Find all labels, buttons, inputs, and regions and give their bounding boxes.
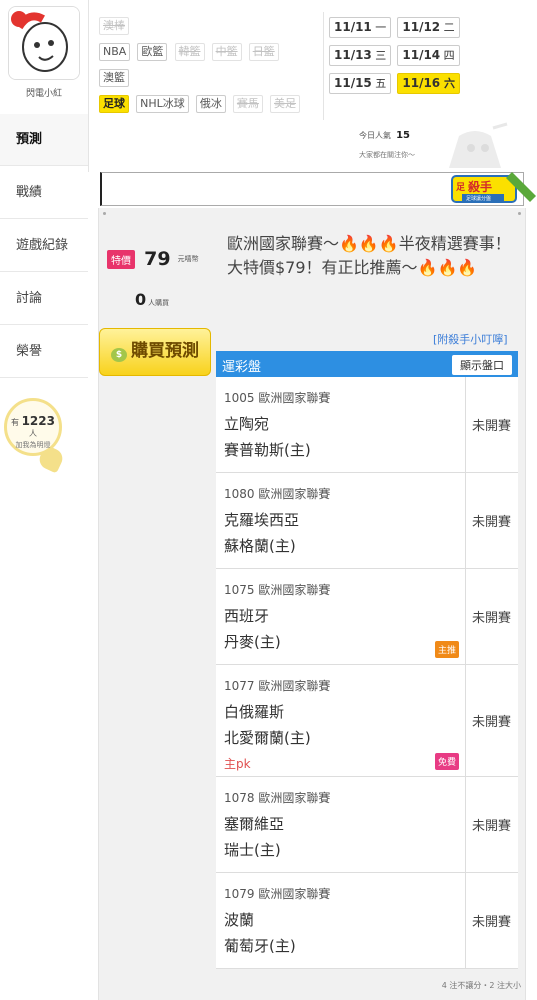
sidebar-item-game-history[interactable]: 遊戲紀錄 [0,219,88,272]
price-value: 79 [144,248,171,270]
follow-cta: 加我為明燈 [15,441,51,449]
killer-badge-icon: 足 殺手 足球讓分盤 [451,172,536,203]
team-home: 賽普勒斯(主) [224,441,311,459]
popularity-sub: 大家都在關注你～ [359,151,415,159]
game-row[interactable]: 1075 歐洲國家聯賽 西班牙 丹麥(主) 主推 未開賽 [216,569,518,665]
buyer-count: 0 人購買 [135,290,170,309]
game-status: 未開賽 [472,419,512,434]
sport-tag-aus-basketball[interactable]: 澳籃 [99,69,129,87]
game-row[interactable]: 1078 歐洲國家聯賽 塞爾維亞 瑞士(主) 未開賽 [216,777,518,873]
date-button-1116[interactable]: 11/16 六 [397,73,460,94]
date-button-1114[interactable]: 11/14 四 [397,45,460,66]
price-box: 特價 79 元嘻幣 [107,248,199,270]
game-league: 1080 歐洲國家聯賽 [224,487,331,501]
team-home: 葡萄牙(主) [224,937,296,955]
popularity-mascot-icon [449,122,508,168]
sport-tag-aus-baseball: 澳棒 [99,17,129,35]
prediction-panel: 特價 79 元嘻幣 0 人購買 歐洲國家聯賽～🔥🔥🔥半夜精選賽事！大特價$79！有… [98,208,526,1000]
team-away: 波蘭 [224,911,255,929]
team-home: 丹麥(主) [224,633,281,651]
sport-tag-euro-basketball[interactable]: 歐籃 [137,43,168,61]
game-league: 1079 歐洲國家聯賽 [224,887,331,901]
sport-row-2: NBA 歐籃 韓籃 中籃 日籃 [99,40,314,66]
sport-tag-russia-hockey[interactable]: 俄冰 [195,95,226,113]
popularity: 今日人氣 15 [359,130,411,141]
pick-summary: 4 注不讓分・2 注大小 [441,981,521,990]
sport-row-4: 足球 NHL冰球 俄冰 賽馬 美足 [99,92,314,118]
main: 澳棒 NBA 歐籃 韓籃 中籃 日籃 澳籃 足球 NHL冰球 俄冰 賽馬 美足 [88,0,537,1000]
sport-filter: 澳棒 NBA 歐籃 韓籃 中籃 日籃 澳籃 足球 NHL冰球 俄冰 賽馬 美足 [99,14,314,118]
sidebar-item-record[interactable]: 戰績 [0,166,88,219]
avatar-image [9,7,79,79]
sport-tag-soccer[interactable]: 足球 [99,95,129,113]
follow-lightbulb-button[interactable]: 有 1223 人 加我為明燈 [4,398,62,456]
date-button-1115[interactable]: 11/15 五 [329,73,392,94]
svg-text:足: 足 [456,182,466,193]
date-button-1113[interactable]: 11/13 三 [329,45,392,66]
pick-note: 主pk [224,757,251,771]
buy-prediction-button[interactable]: $ 購買預測 [99,328,211,376]
game-status: 未開賽 [472,611,512,626]
prediction-description: 歐洲國家聯賽～🔥🔥🔥半夜精選賽事！大特價$79！有正比推薦～🔥🔥🔥 [227,234,511,277]
filter-divider [323,12,324,120]
date-button-1112[interactable]: 11/12 二 [397,17,460,38]
date-picker: 11/11 一 11/12 二 11/13 三 11/14 四 11/15 五 … [329,16,529,100]
sport-tag-korea-basketball: 韓籃 [174,43,205,61]
game-league: 1077 歐洲國家聯賽 [224,679,331,693]
sport-tag-japan-basketball: 日籃 [248,43,279,61]
fans-prefix: 有 [11,418,20,427]
coin-icon: $ [111,348,127,362]
sport-tag-horse-racing: 賽馬 [232,95,263,113]
team-away: 立陶宛 [224,415,270,433]
game-status: 未開賽 [472,915,512,930]
sidebar: 閃電小紅 預測 戰績 遊戲紀錄 討論 榮譽 有 1223 人 加我為明燈 [0,0,88,1000]
popularity-value: 15 [396,130,411,141]
game-row[interactable]: 1080 歐洲國家聯賽 克羅埃西亞 蘇格蘭(主) 未開賽 [216,473,518,569]
fans-unit: 人 [29,429,37,438]
table-title: 運彩盤 [222,360,262,375]
show-odds-button[interactable]: 顯示盤口 [452,355,512,375]
sport-row-1: 澳棒 [99,14,314,40]
team-away: 克羅埃西亞 [224,511,300,529]
sidebar-item-honors[interactable]: 榮譽 [0,325,88,378]
game-status: 未開賽 [472,515,512,530]
sport-tag-american-football: 美足 [270,95,301,113]
killer-tips-link[interactable]: [附殺手小叮嚀] [433,331,508,347]
game-row[interactable]: 1079 歐洲國家聯賽 波蘭 葡萄牙(主) 未開賽 [216,873,518,969]
avatar[interactable] [8,6,80,80]
game-league: 1078 歐洲國家聯賽 [224,791,331,805]
svg-text:足球讓分盤: 足球讓分盤 [466,195,491,202]
sport-tag-nhl[interactable]: NHL冰球 [136,95,189,113]
sidebar-nav: 預測 戰績 遊戲紀錄 討論 榮譽 [0,114,88,378]
team-away: 白俄羅斯 [224,703,285,721]
table-header: 運彩盤 顯示盤口 [216,351,518,377]
game-row[interactable]: 1005 歐洲國家聯賽 立陶宛 賽普勒斯(主) 未開賽 [216,377,518,473]
game-row[interactable]: 1077 歐洲國家聯賽 白俄羅斯 北愛爾蘭(主) 主pk 免費 未開賽 [216,665,518,777]
sport-tag-nba[interactable]: NBA [99,43,131,61]
svg-text:殺手: 殺手 [467,179,492,194]
sidebar-item-predictions[interactable]: 預測 [0,114,88,166]
game-league: 1075 歐洲國家聯賽 [224,583,331,597]
username: 閃電小紅 [25,89,62,99]
team-home: 瑞士(主) [224,841,281,859]
free-badge: 免費 [434,753,459,770]
special-price-tag: 特價 [107,249,135,269]
sport-row-3: 澳籃 [99,66,314,92]
fans-count: 1223 [21,414,55,428]
team-away: 塞爾維亞 [224,815,285,833]
date-button-1111[interactable]: 11/11 一 [329,17,392,38]
game-league: 1005 歐洲國家聯賽 [224,391,331,405]
team-home: 北愛爾蘭(主) [224,729,311,747]
sidebar-item-discussion[interactable]: 討論 [0,272,88,325]
game-list: 1005 歐洲國家聯賽 立陶宛 賽普勒斯(主) 未開賽 1080 歐洲國家聯賽 … [216,377,518,969]
price-unit: 元嘻幣 [177,255,199,263]
team-home: 蘇格蘭(主) [224,537,296,555]
sport-tag-china-basketball: 中籃 [211,43,242,61]
game-status: 未開賽 [472,715,512,730]
main-pick-badge: 主推 [434,641,459,658]
filter-panel: 澳棒 NBA 歐籃 韓籃 中籃 日籃 澳籃 足球 NHL冰球 俄冰 賽馬 美足 [88,0,537,172]
team-away: 西班牙 [224,607,270,625]
game-status: 未開賽 [472,819,512,834]
